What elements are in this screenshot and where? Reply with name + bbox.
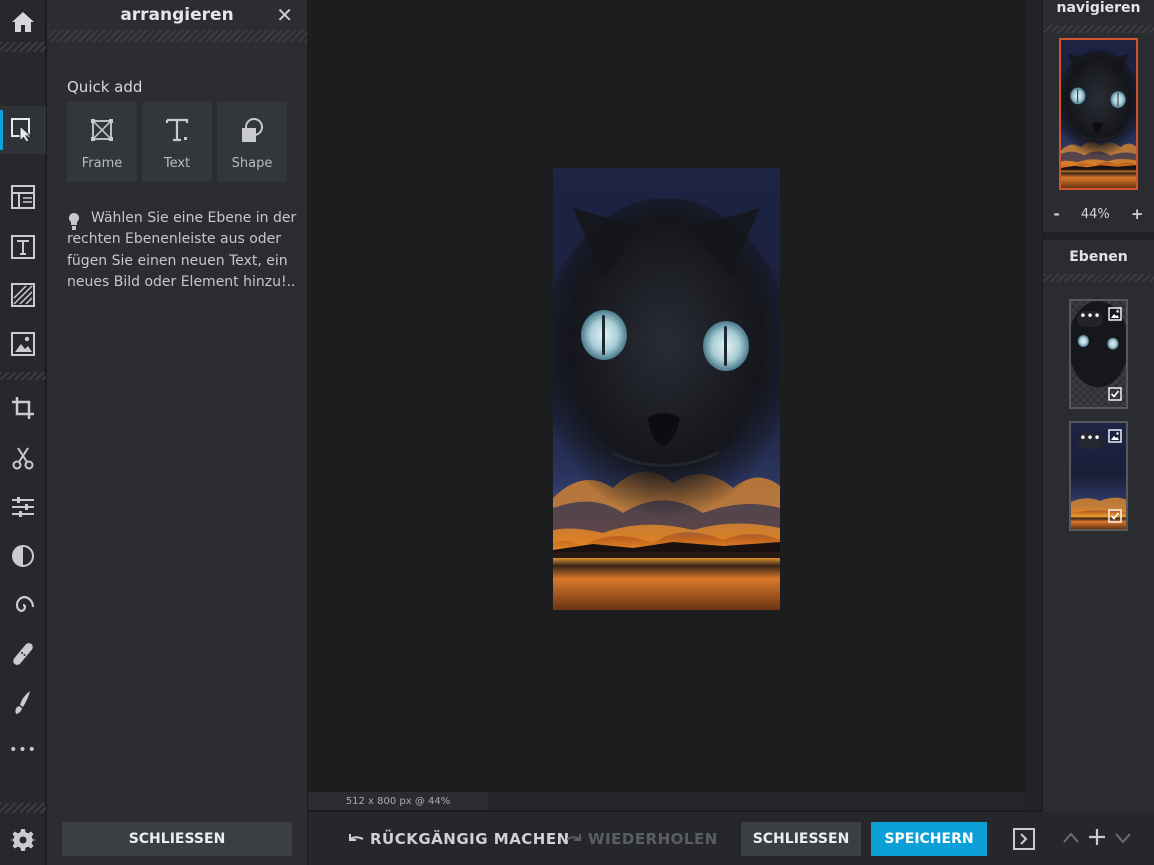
spiral-icon bbox=[15, 595, 35, 613]
text-tool-button[interactable] bbox=[0, 225, 46, 269]
layer-options-icon[interactable]: ••• bbox=[1077, 432, 1103, 449]
layout-tool-button[interactable] bbox=[0, 175, 46, 219]
chevron-down-icon[interactable] bbox=[1114, 829, 1132, 847]
more-tools-button[interactable]: ••• bbox=[0, 728, 46, 772]
vertical-scrollbar[interactable] bbox=[1026, 0, 1042, 810]
cut-tool-button[interactable] bbox=[0, 436, 46, 480]
plus-icon[interactable] bbox=[1087, 827, 1107, 847]
hint-text: Wählen Sie eine Ebene in der rechten Ebe… bbox=[67, 210, 297, 290]
text-icon bbox=[165, 118, 189, 142]
navigator-thumbnail[interactable] bbox=[1059, 38, 1138, 190]
arrange-icon bbox=[11, 118, 33, 143]
quick-add-label: Quick add bbox=[67, 78, 143, 96]
redo-button[interactable]: WIEDERHOLEN bbox=[566, 830, 718, 848]
contrast-icon bbox=[12, 545, 34, 567]
bandage-icon bbox=[13, 643, 33, 665]
bottom-bar: RÜCKGÄNGIG MACHEN WIEDERHOLEN SCHLIESSEN… bbox=[308, 812, 1154, 865]
image-layer-icon bbox=[1108, 429, 1122, 443]
quick-add-text-button[interactable]: Text bbox=[142, 102, 212, 182]
right-panel: navigieren - 44% + Ebenen ••• ••• bbox=[1043, 0, 1154, 812]
crop-tool-button[interactable] bbox=[0, 386, 46, 430]
toolbar-divider bbox=[0, 42, 46, 52]
horizontal-scrollbar[interactable] bbox=[488, 792, 1026, 810]
zoom-level: 44% bbox=[1080, 206, 1110, 222]
arrange-panel: arrangieren ✕ Quick add Frame Text Shape… bbox=[47, 0, 307, 865]
brush-icon bbox=[15, 691, 30, 714]
frame-icon bbox=[91, 119, 113, 141]
panel-close-button[interactable]: SCHLIESSEN bbox=[62, 822, 292, 856]
quick-add-frame-label: Frame bbox=[81, 156, 123, 171]
undo-icon bbox=[349, 834, 364, 841]
canvas-status: 512 x 800 px @ 44% bbox=[308, 792, 488, 810]
close-button[interactable]: SCHLIESSEN bbox=[741, 822, 861, 856]
panel-header: arrangieren ✕ bbox=[47, 0, 307, 30]
canvas-image[interactable] bbox=[553, 168, 780, 610]
adjust-tool-button[interactable] bbox=[0, 485, 46, 529]
navigator-title: navigieren bbox=[1056, 0, 1141, 16]
image-icon bbox=[11, 332, 35, 356]
texture-icon bbox=[11, 283, 35, 307]
draw-tool-button[interactable] bbox=[0, 680, 46, 724]
undo-button[interactable]: RÜCKGÄNGIG MACHEN bbox=[348, 830, 570, 848]
undo-label: RÜCKGÄNGIG MACHEN bbox=[370, 830, 570, 848]
quick-add-shape-button[interactable]: Shape bbox=[217, 102, 287, 182]
settings-button[interactable] bbox=[0, 818, 46, 862]
layer-options-icon[interactable]: ••• bbox=[1077, 310, 1103, 327]
adjust-icon bbox=[12, 497, 34, 517]
navigator-divider bbox=[1043, 25, 1154, 33]
texture-tool-button[interactable] bbox=[0, 273, 46, 317]
image-tool-button[interactable] bbox=[0, 322, 46, 366]
home-icon bbox=[12, 12, 34, 32]
text-tool-icon bbox=[11, 235, 35, 259]
quick-add-shape-label: Shape bbox=[231, 156, 273, 171]
effects-tool-button[interactable] bbox=[0, 583, 46, 627]
toggle-panel-icon[interactable] bbox=[1013, 828, 1035, 850]
layout-icon bbox=[11, 185, 35, 209]
panel-separator bbox=[1043, 232, 1154, 240]
chevron-up-icon[interactable] bbox=[1062, 829, 1080, 847]
canvas-area[interactable] bbox=[308, 0, 1026, 792]
layer-visible-checkbox[interactable] bbox=[1108, 509, 1122, 523]
home-button[interactable] bbox=[0, 0, 46, 44]
retouch-tool-button[interactable] bbox=[0, 632, 46, 676]
quick-add-text-label: Text bbox=[163, 156, 191, 171]
more-icon: ••• bbox=[9, 742, 37, 758]
close-icon[interactable]: ✕ bbox=[276, 3, 293, 27]
layer-visible-checkbox[interactable] bbox=[1108, 387, 1122, 401]
shape-icon bbox=[242, 118, 263, 142]
redo-label: WIEDERHOLEN bbox=[588, 830, 718, 848]
save-button[interactable]: SPEICHERN bbox=[871, 822, 987, 856]
panel-title: arrangieren bbox=[120, 5, 234, 25]
zoom-in-button[interactable]: + bbox=[1131, 205, 1144, 223]
layers-title: Ebenen bbox=[1069, 249, 1128, 265]
cut-icon bbox=[12, 447, 34, 470]
gear-icon bbox=[10, 829, 36, 851]
contrast-tool-button[interactable] bbox=[0, 534, 46, 578]
panel-header-divider bbox=[47, 30, 307, 42]
toolbar-divider bbox=[0, 372, 46, 380]
redo-icon bbox=[566, 834, 581, 841]
layer-item-sunset[interactable]: ••• bbox=[1069, 421, 1128, 531]
tool-sidebar: ••• bbox=[0, 0, 46, 865]
layer-item-cat[interactable]: ••• bbox=[1069, 299, 1128, 409]
quick-add-frame-button[interactable]: Frame bbox=[67, 102, 137, 182]
arrange-tool-button[interactable] bbox=[0, 106, 46, 154]
crop-icon bbox=[12, 397, 34, 419]
image-layer-icon bbox=[1108, 307, 1122, 321]
zoom-out-button[interactable]: - bbox=[1054, 205, 1060, 223]
toolbar-divider bbox=[0, 803, 46, 813]
zoom-control: - 44% + bbox=[1043, 205, 1154, 223]
layers-divider bbox=[1043, 274, 1154, 282]
